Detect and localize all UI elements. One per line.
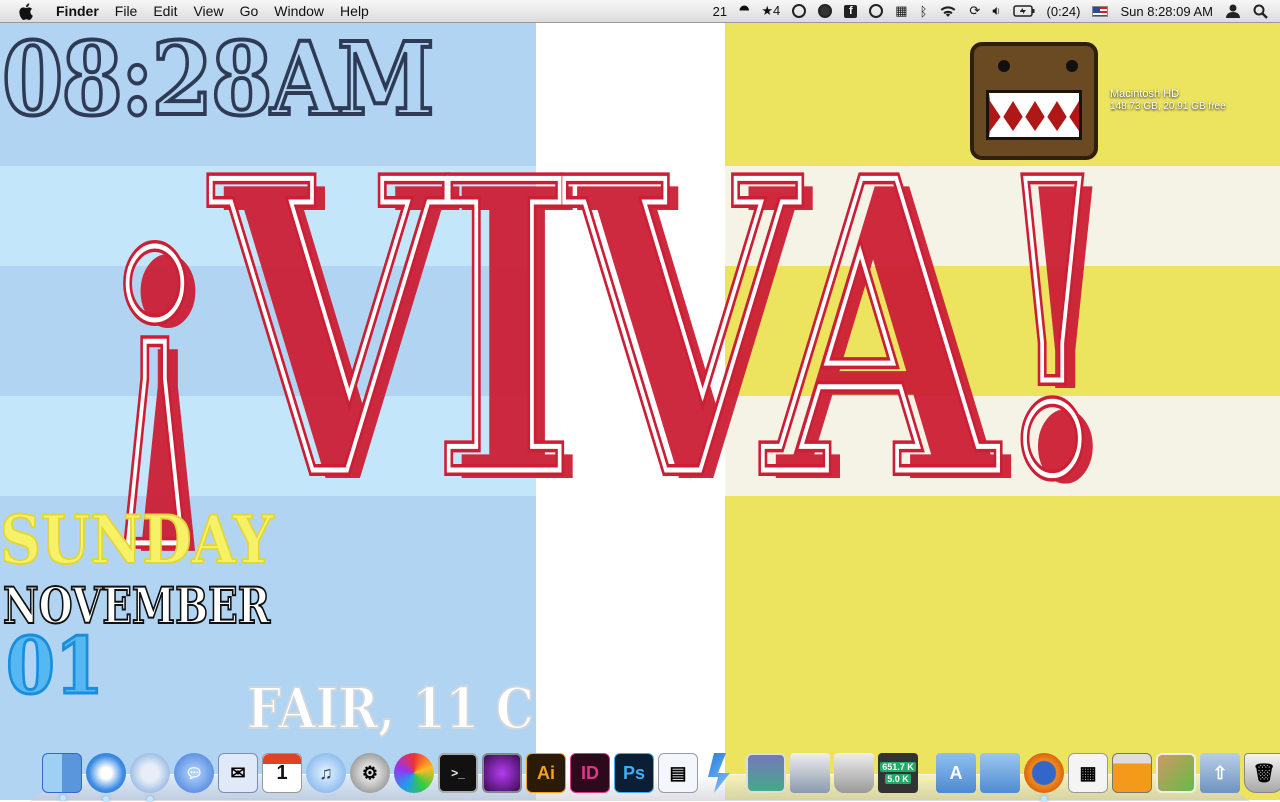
scanner-icon[interactable] bbox=[790, 753, 830, 793]
document-icon[interactable]: ▤ bbox=[658, 753, 698, 793]
battery-time[interactable]: (0:24) bbox=[1041, 4, 1087, 19]
photoshop-label: Ps bbox=[622, 762, 646, 783]
photo-icon[interactable] bbox=[746, 753, 786, 793]
pictures-icon[interactable] bbox=[1156, 753, 1196, 793]
indesign-label: ID bbox=[581, 762, 599, 783]
input-flag-icon[interactable] bbox=[1086, 5, 1114, 17]
disk-name: Macintosh HD bbox=[1110, 88, 1180, 100]
photoshop-icon[interactable]: Ps bbox=[614, 753, 654, 793]
finder-icon[interactable] bbox=[42, 753, 82, 801]
apple-menu-icon[interactable] bbox=[16, 2, 34, 20]
network-monitor-icon[interactable]: 651.7 K 5.0 K bbox=[878, 753, 918, 793]
network-down: 5.0 K bbox=[885, 774, 911, 784]
purple-app-icon[interactable] bbox=[482, 753, 522, 793]
menu-help[interactable]: Help bbox=[332, 3, 377, 19]
color-wheel-icon[interactable] bbox=[394, 753, 434, 793]
bolt-icon[interactable] bbox=[708, 753, 730, 793]
domo-eye bbox=[1066, 60, 1078, 72]
disk-info: 148.73 GB, 20.91 GB free bbox=[1110, 101, 1226, 112]
browser-window-icon[interactable] bbox=[1112, 753, 1152, 793]
menu-bar: Finder File Edit View Go Window Help 21 … bbox=[0, 0, 1280, 23]
compass-icon[interactable] bbox=[130, 753, 170, 802]
grid-icon[interactable]: ▦ bbox=[889, 3, 913, 19]
illustrator-label: Ai bbox=[537, 762, 555, 783]
macintosh-hd-icon[interactable] bbox=[970, 42, 1098, 160]
widget-weather: FAIR, 11 C bbox=[246, 675, 535, 743]
trash-icon[interactable]: 🗑︎ bbox=[1244, 753, 1280, 793]
widget-banner-inline: ¡VIVA! bbox=[88, 95, 1119, 565]
ring-icon[interactable] bbox=[863, 4, 889, 18]
mail-icon[interactable]: ✉ bbox=[218, 753, 258, 793]
system-preferences-icon[interactable]: ⚙ bbox=[350, 753, 390, 793]
domo-drive-icon bbox=[970, 42, 1098, 160]
menu-edit[interactable]: Edit bbox=[145, 3, 185, 19]
dock: 💬︎ ✉ 1 ♫ ⚙ >_ Ai ID Ps ▤ 651.7 K 5.0 K A… bbox=[40, 743, 1280, 802]
time-machine-icon[interactable]: ⟳ bbox=[963, 3, 986, 19]
terminal-icon[interactable]: >_ bbox=[438, 753, 478, 793]
applications-folder-icon[interactable]: A bbox=[936, 753, 976, 793]
facebook-icon[interactable]: f bbox=[838, 4, 863, 18]
firefox-icon[interactable] bbox=[1024, 753, 1064, 802]
applications-glyph: A bbox=[949, 762, 963, 783]
menu-file[interactable]: File bbox=[107, 3, 146, 19]
target-icon[interactable] bbox=[786, 4, 812, 18]
user-icon[interactable] bbox=[1219, 3, 1247, 19]
itunes-icon[interactable]: ♫ bbox=[306, 753, 346, 793]
menu-go[interactable]: Go bbox=[232, 3, 267, 19]
menu-window[interactable]: Window bbox=[266, 3, 332, 19]
widget-date: 01 bbox=[5, 621, 105, 712]
macintosh-hd-label[interactable]: Macintosh HD 148.73 GB, 20.91 GB free bbox=[1110, 88, 1226, 113]
star-rating-indicator[interactable]: ★4 bbox=[755, 3, 786, 19]
butterfly-icon[interactable]: ⯊ bbox=[733, 3, 755, 19]
ical-date: 1 bbox=[276, 761, 288, 784]
domo-mouth bbox=[986, 90, 1082, 140]
wifi-icon[interactable] bbox=[933, 4, 963, 18]
terminal-glyph: >_ bbox=[451, 766, 465, 780]
menu-extras: 21 ⯊ ★4 f ▦ ᛒ ⟳ 🔉︎ (0:24) Sun 8:28:09 AM bbox=[707, 0, 1280, 22]
menubar-clock[interactable]: Sun 8:28:09 AM bbox=[1114, 4, 1219, 19]
documents-folder-icon[interactable] bbox=[980, 753, 1020, 793]
safari-icon[interactable] bbox=[86, 753, 126, 802]
battery-icon[interactable] bbox=[1007, 5, 1041, 17]
indesign-icon[interactable]: ID bbox=[570, 753, 610, 793]
illustrator-icon[interactable]: Ai bbox=[526, 753, 566, 793]
spreadsheet-icon[interactable]: ▦ bbox=[1068, 753, 1108, 793]
spotlight-search-icon[interactable] bbox=[1247, 4, 1280, 19]
menu-app-finder[interactable]: Finder bbox=[48, 3, 107, 19]
network-up: 651.7 K bbox=[880, 762, 916, 772]
volume-icon[interactable]: 🔉︎ bbox=[986, 3, 1006, 19]
spaces-indicator[interactable]: 21 bbox=[707, 4, 733, 19]
shared-folder-icon[interactable]: ⇧ bbox=[1200, 753, 1240, 793]
utility-icon[interactable] bbox=[834, 753, 874, 793]
domo-eye bbox=[998, 60, 1010, 72]
itunes-glyph: ♫ bbox=[319, 762, 333, 783]
bluetooth-icon[interactable]: ᛒ bbox=[914, 4, 934, 19]
menu-view[interactable]: View bbox=[185, 3, 231, 19]
ical-icon[interactable]: 1 bbox=[262, 753, 302, 793]
widget-day: SUNDAY bbox=[0, 500, 274, 580]
ichat-icon[interactable]: 💬︎ bbox=[174, 753, 214, 793]
sync-circle-icon[interactable] bbox=[812, 4, 838, 18]
